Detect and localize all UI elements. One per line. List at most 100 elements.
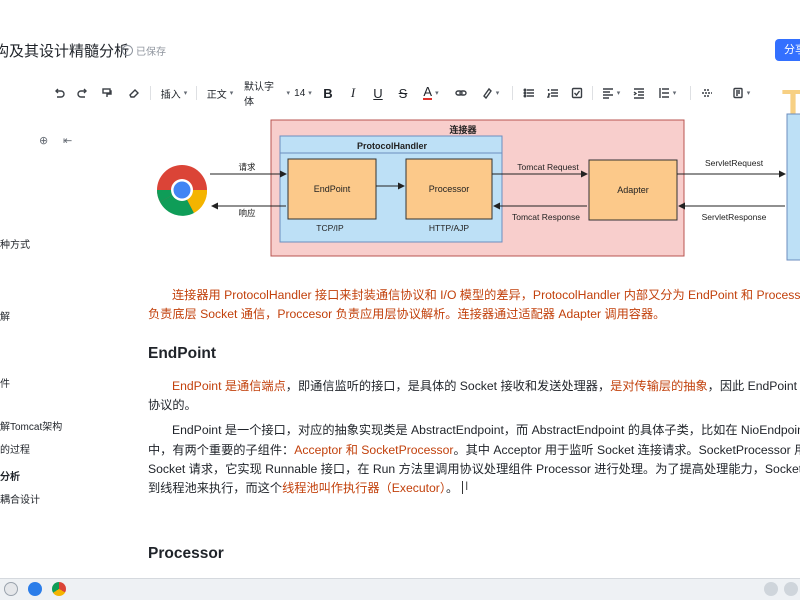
tomcat-request-label: Tomcat Request — [517, 162, 579, 172]
document-title[interactable]: 构及其设计精髓分析 — [0, 40, 129, 61]
outline-item[interactable]: 件 — [0, 375, 10, 390]
bold-icon[interactable]: B — [321, 84, 335, 102]
font-family-label: 默认字体 — [244, 82, 274, 108]
saved-check-icon: ✓ — [122, 45, 133, 56]
paragraph-text: Socket 请求，它实现 Runnable 接口，在 Run 方法里调用协议处… — [148, 462, 800, 476]
insert-label: 插入 — [160, 89, 181, 101]
paragraph-abstract-line2: 中，有两个重要的子组件：Acceptor 和 SocketProcessor。其… — [148, 440, 800, 460]
highlight-text: 是对传输层的抽象 — [610, 379, 708, 393]
paragraph-text: 到线程池来执行，而这个 — [148, 481, 283, 495]
share-button[interactable]: 分享 — [775, 39, 800, 61]
paragraph-text: 负责底层 Socket 通信，Proccesor 负责应用层协议解析。连接器通过… — [148, 307, 666, 321]
paragraph-connector-line2: 负责底层 Socket 通信，Proccesor 负责应用层协议解析。连接器通过… — [148, 304, 665, 324]
tray-icon[interactable] — [764, 582, 778, 596]
collapse-sidebar-icon[interactable]: ⇤ — [63, 134, 72, 147]
checklist-icon[interactable] — [570, 84, 584, 102]
toolbar-divider — [592, 86, 593, 100]
processor-label: Processor — [429, 184, 470, 194]
paragraph-style-label: 正文 — [206, 89, 227, 101]
paragraph-text: EndPoint 是一个接口，对应的抽象实现类是 AbstractEndpoin… — [172, 423, 800, 437]
paragraph-text: 。其中 Acceptor 用于监听 Socket 连接请求。SocketProc… — [453, 443, 800, 457]
connector-title: 连接器 — [449, 124, 477, 135]
font-size-select[interactable]: 14 ▾ — [294, 84, 312, 102]
italic-icon[interactable]: I — [346, 84, 360, 102]
endpoint-label: EndPoint — [314, 184, 351, 194]
servlet-request-label: ServletRequest — [705, 158, 764, 168]
more-format-icon[interactable]: ▾ — [730, 84, 752, 102]
paragraph-style-select[interactable]: 正文 ▾ — [206, 84, 234, 102]
align-left-icon[interactable]: ▾ — [600, 84, 622, 102]
mouse-ibeam-icon: I — [465, 479, 469, 493]
adapter-label: Adapter — [617, 185, 649, 195]
chevron-down-icon: ▾ — [746, 90, 751, 97]
os-taskbar — [0, 578, 800, 600]
servlet-response-label: ServletResponse — [702, 212, 767, 222]
save-status: ✓ 已保存 — [122, 43, 166, 58]
bulleted-list-icon[interactable] — [522, 84, 536, 102]
clear-format-icon[interactable] — [127, 84, 141, 102]
container-box — [786, 113, 800, 261]
heading-endpoint: EndPoint — [148, 345, 217, 362]
tomcat-response-label: Tomcat Response — [512, 212, 580, 222]
paragraph-endpoint-line2: 协议的。 — [148, 395, 197, 415]
paragraph-abstract-line1: EndPoint 是一个接口，对应的抽象实现类是 AbstractEndpoin… — [172, 420, 800, 440]
chevron-down-icon: ▾ — [435, 90, 439, 97]
line-spacing-icon[interactable]: ▾ — [656, 84, 678, 102]
highlight-icon[interactable]: ▾ — [479, 84, 501, 102]
insert-menu[interactable]: 插入 ▾ — [160, 84, 188, 102]
response-label: 响应 — [238, 208, 256, 218]
paragraph-abstract-line3: Socket 请求，它实现 Runnable 接口，在 Run 方法里调用协议处… — [148, 459, 800, 479]
outline-item[interactable]: 的过程 — [0, 441, 30, 456]
divider-icon[interactable] — [700, 84, 714, 102]
tcp-label: TCP/IP — [316, 223, 344, 233]
toolbar-divider — [690, 86, 691, 100]
request-label: 请求 — [238, 162, 256, 172]
indent-icon[interactable] — [632, 84, 646, 102]
redo-icon[interactable] — [76, 84, 90, 102]
paragraph-endpoint-line1: EndPoint 是通信端点，即通信监听的接口，是具体的 Socket 接收和发… — [172, 376, 800, 396]
font-color-icon[interactable]: A ▾ — [420, 84, 442, 102]
protocol-handler-title: ProtocolHandler — [357, 141, 428, 151]
outline-sidebar: ⊕ ⇤ 种方式 解 件 解Tomcat架构 的过程 分析 耦合设计 — [0, 110, 90, 580]
paragraph-text: 协议的。 — [148, 398, 197, 412]
strikethrough-icon[interactable]: S — [396, 84, 410, 102]
toolbar-divider — [512, 86, 513, 100]
highlight-text: 线程池叫作执行器（Executor） — [282, 481, 446, 495]
tray-icon[interactable] — [784, 582, 798, 596]
outline-item-active[interactable]: 分析 — [0, 468, 20, 483]
chevron-down-icon: ▾ — [286, 90, 290, 97]
paragraph-abstract-line4[interactable]: 到线程池来执行，而这个线程池叫作执行器（Executor）。 — [148, 478, 464, 498]
outline-item[interactable]: 解 — [0, 308, 10, 323]
font-size-value: 14 — [294, 87, 306, 99]
paragraph-text: 中，有两个重要的子组件： — [148, 443, 295, 457]
browser-taskbar-icon[interactable] — [28, 582, 42, 596]
undo-icon[interactable] — [52, 84, 66, 102]
toolbar-divider — [150, 86, 151, 100]
save-status-label: 已保存 — [136, 47, 166, 58]
start-icon[interactable] — [4, 582, 18, 596]
link-icon[interactable] — [454, 84, 468, 102]
outline-item[interactable]: 种方式 — [0, 236, 30, 251]
paragraph-text: ，即通信监听的接口，是具体的 Socket 接收和发送处理器， — [285, 379, 611, 393]
text-cursor — [462, 481, 464, 494]
chevron-down-icon: ▾ — [229, 90, 234, 97]
chrome-taskbar-icon[interactable] — [52, 582, 66, 596]
format-painter-icon[interactable] — [100, 84, 114, 102]
heading-processor: Processor — [148, 545, 224, 562]
chrome-browser-icon — [156, 165, 208, 216]
settings-circle-icon[interactable]: ⊕ — [39, 134, 48, 147]
connector-architecture-diagram: 连接器 ProtocolHandler EndPoint TCP/IP Proc… — [156, 113, 800, 261]
chevron-down-icon: ▾ — [183, 90, 188, 97]
underline-icon[interactable]: U — [371, 84, 385, 102]
paragraph-connector-line1: 连接器用 ProtocolHandler 接口来封装通信协议和 I/O 模型的差… — [172, 285, 800, 305]
chevron-down-icon: ▾ — [672, 90, 677, 97]
title-bar: 构及其设计精髓分析 ✓ 已保存 分享 — [0, 0, 800, 78]
chevron-down-icon: ▾ — [495, 90, 500, 97]
toolbar-divider — [196, 86, 197, 100]
font-family-select[interactable]: 默认字体 ▾ — [244, 82, 290, 108]
chevron-down-icon: ▾ — [616, 90, 621, 97]
outline-item[interactable]: 耦合设计 — [0, 491, 40, 506]
outline-item[interactable]: 解Tomcat架构 — [0, 418, 62, 433]
paragraph-text: ，因此 EndPoint 是 — [707, 379, 800, 393]
numbered-list-icon[interactable] — [546, 84, 560, 102]
